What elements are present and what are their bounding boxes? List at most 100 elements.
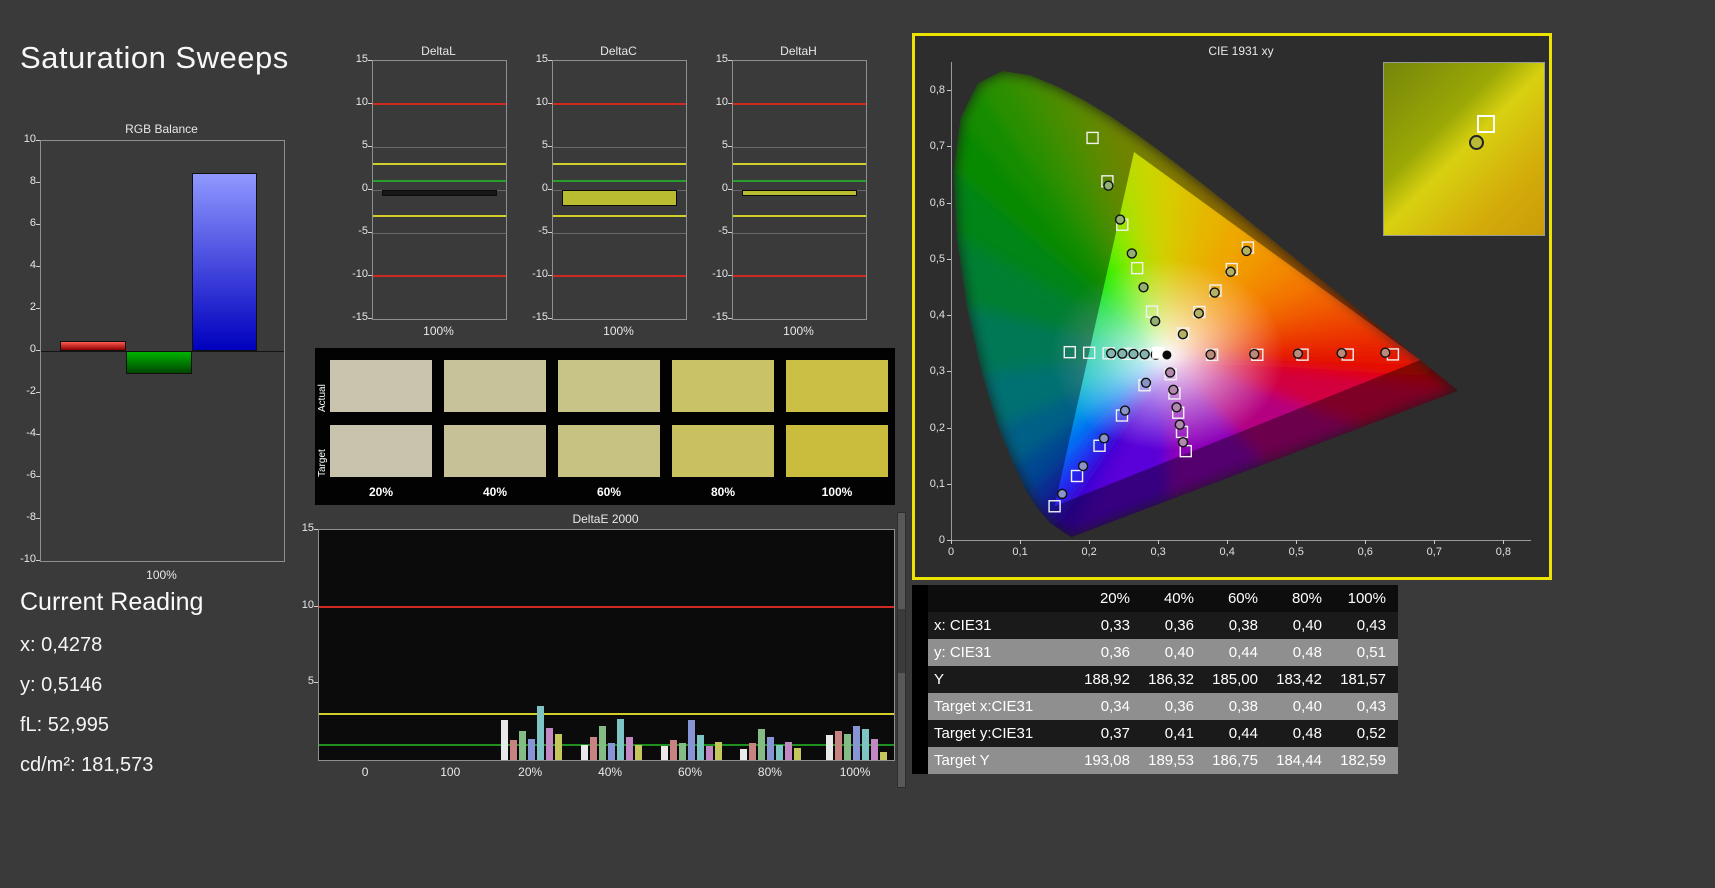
table-cell: 0,38 — [1228, 617, 1258, 634]
y-axis-tick — [36, 518, 40, 519]
x-axis-tick-label: 0,5 — [1288, 546, 1304, 558]
measured-marker-magenta-40[interactable] — [1168, 384, 1179, 396]
measured-marker-yellow-80[interactable] — [1225, 266, 1236, 277]
table-row[interactable]: Target y:CIE31 0,37 0,41 0,44 0,48 0,52 — [912, 720, 1398, 747]
y-axis-tick — [36, 434, 40, 435]
measured-marker-cyan-80[interactable] — [1117, 348, 1128, 359]
swatch-col-label: 80% — [710, 485, 736, 499]
table-cell: 186,75 — [1212, 752, 1258, 769]
y-axis-tick-label: 5 — [307, 675, 314, 688]
y-axis-tick — [368, 232, 372, 233]
swatch-row-label-actual: Actual — [317, 384, 328, 412]
measured-marker-cyan-60[interactable] — [1128, 348, 1139, 360]
table-row[interactable]: Target Y 193,08 189,53 186,75 184,44 182,59 — [912, 747, 1398, 774]
measured-marker-green-80[interactable] — [1114, 214, 1126, 225]
y-axis-tick — [728, 232, 732, 233]
measured-marker-green-40[interactable] — [1138, 282, 1149, 293]
table-row[interactable]: x: CIE31 0,33 0,36 0,38 0,40 0,43 — [912, 612, 1398, 639]
delta-e-bar — [616, 718, 624, 760]
delta-bar — [382, 190, 497, 197]
white-point-marker — [1162, 350, 1172, 360]
measured-marker-blue-80[interactable] — [1077, 460, 1089, 472]
table-cell: 0,37 — [1100, 725, 1130, 742]
delta-e-bar — [767, 737, 775, 760]
measured-marker-magenta-100[interactable] — [1177, 436, 1189, 448]
inset-measured-marker — [1468, 135, 1484, 151]
y-axis-tick-label: -5 — [718, 225, 728, 237]
measured-marker-red-20[interactable] — [1205, 349, 1216, 360]
measured-marker-magenta-80[interactable] — [1174, 419, 1185, 430]
swatch-col-label: 40% — [482, 485, 508, 499]
table-header-cell: 60% — [1227, 590, 1258, 607]
x-axis-tick — [1227, 540, 1229, 544]
measured-marker-red-100[interactable] — [1380, 347, 1391, 358]
y-axis-tick — [947, 427, 951, 429]
x-axis-tick-label: 0,8 — [1495, 546, 1512, 558]
x-axis-tick — [1434, 540, 1436, 544]
delta-h-chart[interactable]: DeltaH 15 10 5 0 -5 -10 -15 100% — [700, 44, 870, 344]
measured-marker-red-40[interactable] — [1249, 348, 1260, 360]
y-axis-tick-label: -4 — [26, 427, 36, 439]
y-axis-tick — [368, 60, 372, 61]
delta-e-plot — [318, 529, 895, 761]
table-cell — [912, 693, 928, 720]
target-swatch-80% — [672, 425, 774, 477]
rgb-balance-plot — [40, 140, 285, 562]
measured-marker-blue-40[interactable] — [1119, 405, 1131, 416]
scrollbar-thumb[interactable] — [898, 609, 905, 673]
measured-marker-green-60[interactable] — [1126, 248, 1138, 259]
measured-marker-red-80[interactable] — [1336, 347, 1347, 359]
delta-e-bar — [794, 747, 802, 760]
delta-e-bar — [518, 730, 526, 760]
delta-e-bar — [705, 746, 713, 760]
table-cell: 0,51 — [1356, 644, 1386, 661]
delta-e-bar — [554, 733, 562, 760]
measured-marker-yellow-20[interactable] — [1177, 328, 1189, 340]
rgb-balance-chart[interactable]: RGB Balance 10 8 6 4 2 0 -2 -4 -6 -8 -10 100% — [12, 122, 292, 587]
measured-marker-blue-20[interactable] — [1140, 377, 1152, 388]
table-cell: 182,59 — [1340, 752, 1386, 769]
delta-c-chart[interactable]: DeltaC 15 10 5 0 -5 -10 -15 100% — [520, 44, 690, 344]
delta-bar — [562, 190, 677, 207]
delta-e-bar — [861, 729, 869, 760]
y-axis-tick-label: 0 — [29, 343, 36, 355]
table-row[interactable]: Y 188,92 186,32 185,00 183,42 181,57 — [912, 666, 1398, 693]
measured-marker-blue-60[interactable] — [1098, 433, 1110, 444]
y-axis-tick-label: 4 — [29, 259, 36, 271]
measured-marker-yellow-40[interactable] — [1193, 308, 1204, 319]
delta-e-bar — [696, 735, 704, 760]
table-cell: 189,53 — [1148, 752, 1194, 769]
gridline — [373, 233, 506, 234]
measured-marker-green-20[interactable] — [1150, 315, 1161, 327]
delta-l-chart[interactable]: DeltaL 15 10 5 0 -5 -10 -15 100% — [340, 44, 510, 344]
measured-marker-cyan-40[interactable] — [1139, 349, 1150, 360]
measured-marker-green-100[interactable] — [1103, 180, 1114, 191]
table-row[interactable]: y: CIE31 0,36 0,40 0,44 0,48 0,51 — [912, 639, 1398, 666]
measured-marker-magenta-20[interactable] — [1164, 367, 1176, 378]
measured-marker-cyan-100[interactable] — [1105, 348, 1117, 359]
y-axis-tick-label: 10 — [535, 96, 548, 108]
y-axis-tick — [314, 529, 318, 530]
table-row[interactable]: Target x:CIE31 0,34 0,36 0,38 0,40 0,43 — [912, 693, 1398, 720]
delta-e-bar — [589, 737, 597, 760]
cie-1931-chart[interactable]: CIE 1931 xy 0 0,1 0,2 0,3 0,4 0,5 0,6 0,7 0,8 0 0,… — [912, 33, 1552, 580]
table-header-cell — [928, 585, 1078, 612]
measured-marker-yellow-100[interactable] — [1241, 245, 1252, 257]
measured-marker-red-60[interactable] — [1292, 348, 1304, 359]
measured-marker-blue-100[interactable] — [1056, 488, 1068, 500]
table-cell: Y — [934, 671, 945, 688]
selected-point-marker[interactable] — [1152, 346, 1165, 359]
table-header-cell: 100% — [1347, 590, 1386, 607]
limit-line-green — [373, 180, 506, 183]
vertical-scrollbar[interactable] — [897, 512, 906, 788]
measured-marker-yellow-60[interactable] — [1209, 287, 1220, 298]
delta-e-2000-chart[interactable]: DeltaE 2000 15 10 5 0 100 20% 40% 60% 80% 100% — [290, 512, 900, 788]
swatch-col-label: 100% — [821, 485, 853, 499]
limit-line-green — [553, 180, 686, 183]
measured-marker-magenta-60[interactable] — [1171, 402, 1182, 413]
x-axis-tick — [1089, 540, 1091, 544]
y-axis-tick — [36, 140, 40, 141]
table-cell: 0,48 — [1292, 644, 1322, 661]
delta-e-bar — [509, 740, 517, 760]
delta-e-bar — [825, 735, 833, 760]
